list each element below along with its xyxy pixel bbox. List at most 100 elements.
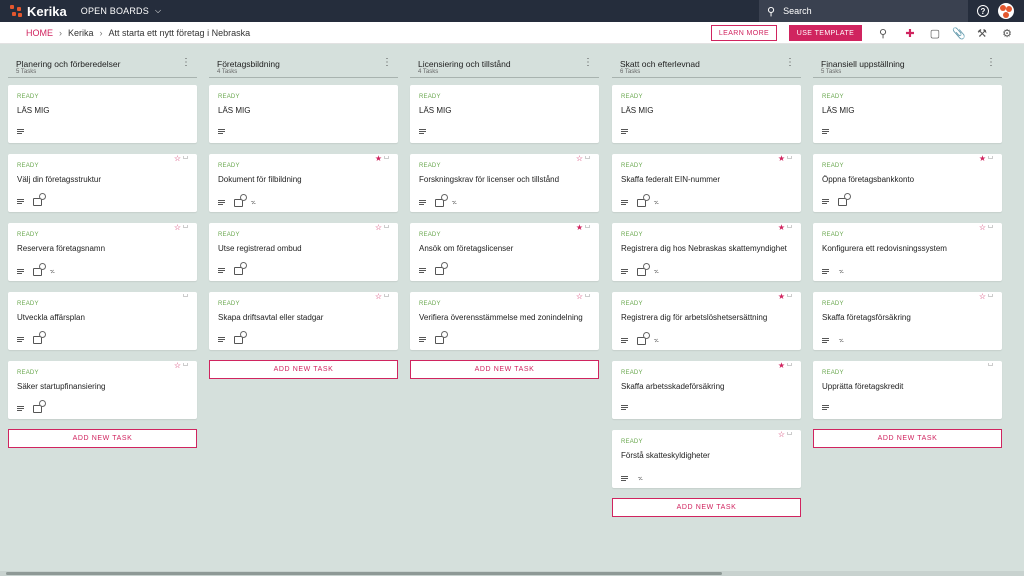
task-card[interactable]: READY LÄS MIG bbox=[209, 85, 398, 143]
checklist-icon bbox=[838, 193, 851, 206]
kerika-logo[interactable]: Kerika bbox=[10, 4, 67, 19]
task-status: READY bbox=[419, 301, 441, 307]
star-outline-icon[interactable]: ☆ bbox=[174, 154, 181, 163]
tools-icon[interactable]: ⚒ bbox=[975, 26, 989, 40]
column-title[interactable]: Företagsbildning bbox=[217, 59, 280, 69]
search-box[interactable]: ⚲ bbox=[759, 0, 968, 22]
task-card[interactable]: READY Skapa driftsavtal eller stadgar ☆ bbox=[209, 292, 398, 350]
add-new-task-button[interactable]: ADD NEW TASK bbox=[612, 498, 801, 517]
more-vertical-icon[interactable]: ⋮ bbox=[382, 58, 392, 68]
card-corner-icon bbox=[183, 156, 188, 159]
help-icon[interactable]: ? bbox=[977, 5, 989, 17]
column-title[interactable]: Finansiell uppställning bbox=[821, 59, 905, 69]
task-card[interactable]: READY LÄS MIG bbox=[612, 85, 801, 143]
column-title[interactable]: Skatt och efterlevnad bbox=[620, 59, 700, 69]
task-card[interactable]: READY LÄS MIG bbox=[410, 85, 599, 143]
search-board-icon[interactable]: ⚲ bbox=[876, 26, 890, 40]
task-card[interactable]: READY Dokument för filbildning ★ ∻ bbox=[209, 154, 398, 212]
task-card[interactable]: READY LÄS MIG bbox=[8, 85, 197, 143]
attachment-icon[interactable]: 📎 bbox=[952, 26, 966, 40]
open-boards-menu[interactable]: OPEN BOARDS ⌵ bbox=[81, 6, 161, 16]
search-input[interactable] bbox=[783, 6, 944, 16]
task-status: READY bbox=[17, 94, 39, 100]
more-vertical-icon[interactable]: ⋮ bbox=[181, 58, 191, 68]
task-card[interactable]: READY Reservera företagsnamn ☆ ∻ bbox=[8, 223, 197, 281]
star-filled-icon[interactable]: ★ bbox=[979, 154, 986, 163]
card-indicators bbox=[17, 331, 49, 344]
task-card[interactable]: READY Öppna företagsbankkonto ★ bbox=[813, 154, 1002, 212]
task-card[interactable]: READY Förstå skatteskyldigheter ☆ ∻ bbox=[612, 430, 801, 488]
column-title[interactable]: Planering och förberedelser bbox=[16, 59, 120, 69]
breadcrumb-home[interactable]: HOME bbox=[26, 28, 53, 38]
add-new-task-button[interactable]: ADD NEW TASK bbox=[813, 429, 1002, 448]
card-corner-icon bbox=[585, 294, 590, 297]
settings-gear-icon[interactable]: ⚙ bbox=[1000, 26, 1014, 40]
checklist-icon bbox=[234, 331, 247, 344]
more-vertical-icon[interactable]: ⋮ bbox=[583, 58, 593, 68]
description-icon bbox=[621, 199, 628, 206]
task-card[interactable]: READY LÄS MIG bbox=[813, 85, 1002, 143]
add-new-task-button[interactable]: ADD NEW TASK bbox=[410, 360, 599, 379]
star-outline-icon[interactable]: ☆ bbox=[375, 223, 382, 232]
star-filled-icon[interactable]: ★ bbox=[375, 154, 382, 163]
star-outline-icon[interactable]: ☆ bbox=[979, 223, 986, 232]
learn-more-button[interactable]: LEARN MORE bbox=[711, 25, 777, 41]
more-vertical-icon[interactable]: ⋮ bbox=[785, 58, 795, 68]
more-vertical-icon[interactable]: ⋮ bbox=[986, 58, 996, 68]
paperclip-icon: ∻ bbox=[836, 265, 847, 278]
user-avatar[interactable] bbox=[998, 3, 1014, 19]
column-title[interactable]: Licensiering och tillstånd bbox=[418, 59, 511, 69]
task-card[interactable]: READY Skaffa arbetsskadeförsäkring ★ bbox=[612, 361, 801, 419]
card-corner-icon bbox=[183, 225, 188, 228]
card-indicators: ∻ bbox=[419, 193, 460, 208]
add-person-icon[interactable]: ✚ bbox=[903, 26, 917, 40]
task-card[interactable]: READY Konfigurera ett redovisningssystem ☆… bbox=[813, 223, 1002, 281]
task-title: Utse registrerad ombud bbox=[218, 244, 302, 253]
add-new-task-button[interactable]: ADD NEW TASK bbox=[209, 360, 398, 379]
star-outline-icon[interactable]: ☆ bbox=[576, 292, 583, 301]
description-icon bbox=[218, 129, 225, 135]
task-title: Skaffa federalt EIN-nummer bbox=[621, 175, 721, 184]
star-outline-icon[interactable]: ☆ bbox=[778, 430, 785, 439]
card-corner-icon bbox=[988, 294, 993, 297]
star-outline-icon[interactable]: ☆ bbox=[979, 292, 986, 301]
task-title: LÄS MIG bbox=[621, 106, 654, 115]
task-card[interactable]: READY Välj din företagsstruktur ☆ bbox=[8, 154, 197, 212]
breadcrumb-account[interactable]: Kerika bbox=[68, 28, 94, 38]
scrollbar-thumb[interactable] bbox=[6, 572, 722, 575]
star-outline-icon[interactable]: ☆ bbox=[174, 223, 181, 232]
task-card[interactable]: READY Upprätta företagskredit bbox=[813, 361, 1002, 419]
task-card[interactable]: READY Skaffa företagsförsäkring ☆ ∻ bbox=[813, 292, 1002, 350]
task-card[interactable]: READY Registrera dig hos Nebraskas skatte… bbox=[612, 223, 801, 281]
card-indicators bbox=[17, 129, 33, 135]
paperclip-icon: ∻ bbox=[248, 196, 259, 209]
horizontal-scrollbar[interactable] bbox=[0, 571, 1024, 576]
paperclip-icon: ∻ bbox=[836, 334, 847, 347]
breadcrumb-board: Att starta ett nytt företag i Nebraska bbox=[108, 27, 251, 38]
task-card[interactable]: READY Forskningskrav för licenser och til… bbox=[410, 154, 599, 212]
task-card[interactable]: READY Skaffa federalt EIN-nummer ★ ∻ bbox=[612, 154, 801, 212]
star-filled-icon[interactable]: ★ bbox=[778, 292, 785, 301]
board-column: Företagsbildning 4 Tasks ⋮ READY LÄS MIG READ… bbox=[209, 56, 398, 379]
chat-icon[interactable]: ▢ bbox=[928, 26, 942, 40]
task-card[interactable]: READY Ansök om företagslicenser ★ bbox=[410, 223, 599, 281]
checklist-icon bbox=[435, 262, 448, 275]
task-card[interactable]: READY Verifiera överensstämmelse med zoni… bbox=[410, 292, 599, 350]
star-filled-icon[interactable]: ★ bbox=[576, 223, 583, 232]
task-title: Säker startupfinansiering bbox=[17, 382, 106, 391]
add-new-task-button[interactable]: ADD NEW TASK bbox=[8, 429, 197, 448]
task-card[interactable]: READY Säker startupfinansiering ☆ bbox=[8, 361, 197, 419]
card-indicators bbox=[419, 331, 451, 344]
star-outline-icon[interactable]: ☆ bbox=[174, 361, 181, 370]
star-outline-icon[interactable]: ☆ bbox=[375, 292, 382, 301]
task-card[interactable]: READY Utveckla affärsplan bbox=[8, 292, 197, 350]
task-card[interactable]: READY Registrera dig för arbetslöshetsers… bbox=[612, 292, 801, 350]
task-status: READY bbox=[621, 94, 643, 100]
card-corner-icon bbox=[183, 363, 188, 366]
star-filled-icon[interactable]: ★ bbox=[778, 223, 785, 232]
use-template-button[interactable]: USE TEMPLATE bbox=[789, 25, 862, 41]
star-filled-icon[interactable]: ★ bbox=[778, 154, 785, 163]
task-card[interactable]: READY Utse registrerad ombud ☆ bbox=[209, 223, 398, 281]
star-outline-icon[interactable]: ☆ bbox=[576, 154, 583, 163]
star-filled-icon[interactable]: ★ bbox=[778, 361, 785, 370]
